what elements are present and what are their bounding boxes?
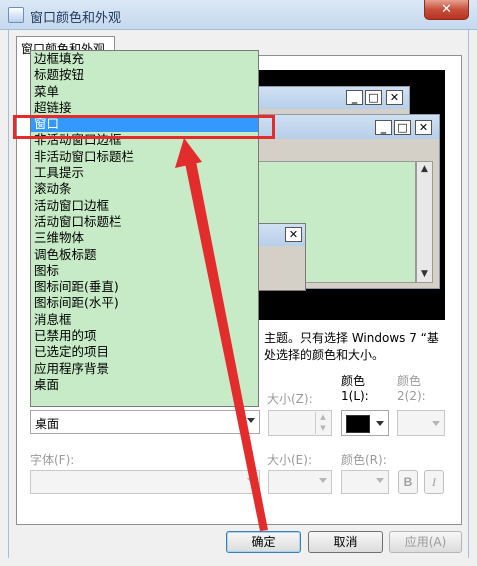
- description-line-2: 处选择的颜色和大小。: [264, 348, 385, 362]
- preview-inactive-caption: [241, 87, 409, 109]
- dropdown-item[interactable]: 图标间距(水平): [31, 295, 258, 311]
- apply-button[interactable]: 应用(A): [389, 531, 462, 553]
- chevron-down-icon: [247, 418, 255, 423]
- preview-minimize-icon: _: [375, 120, 392, 135]
- item-size-spinner[interactable]: ▲ ▼: [268, 410, 332, 436]
- font-color-label: 颜色(R):: [341, 453, 387, 467]
- dropdown-item[interactable]: 桌面: [31, 377, 258, 393]
- preview-maximize-icon: □: [365, 90, 382, 105]
- font-select[interactable]: [30, 470, 260, 494]
- preview-message-close-icon: ✕: [285, 227, 302, 242]
- preview-scroll-up-icon: ▲: [421, 164, 428, 174]
- font-color-picker[interactable]: [341, 470, 389, 494]
- italic-button[interactable]: I: [424, 470, 444, 494]
- dropdown-item[interactable]: 活动窗口边框: [31, 198, 258, 214]
- item-select-value: 桌面: [35, 417, 60, 431]
- dropdown-item[interactable]: 图标: [31, 263, 258, 279]
- window-icon: [8, 7, 24, 23]
- color1-swatch: [346, 415, 370, 433]
- dropdown-item[interactable]: 应用程序背景: [31, 361, 258, 377]
- dropdown-item[interactable]: 菜单: [31, 84, 258, 100]
- chevron-down-icon: [432, 421, 440, 426]
- font-size-label: 大小(E):: [267, 453, 312, 467]
- chevron-down-icon: [319, 478, 327, 483]
- preview-scrollbar: [416, 161, 433, 283]
- dropdown-item[interactable]: 非活动窗口标题栏: [31, 149, 258, 165]
- dropdown-item[interactable]: 已禁用的项: [31, 328, 258, 344]
- dropdown-item[interactable]: 活动窗口标题栏: [31, 214, 258, 230]
- close-button[interactable]: ✕: [424, 0, 469, 20]
- dropdown-item[interactable]: 三维物体: [31, 230, 258, 246]
- color1-picker[interactable]: [341, 410, 389, 436]
- dropdown-item[interactable]: 超链接: [31, 100, 258, 116]
- window-title: 窗口颜色和外观: [30, 11, 122, 26]
- dropdown-item[interactable]: 标题按钮: [31, 67, 258, 83]
- item-dropdown-list[interactable]: 边框填充 标题按钮 菜单 超链接 窗口 非活动窗口边框 非活动窗口标题栏 工具提…: [30, 50, 259, 407]
- color1-label-line2: 1(L):: [341, 389, 369, 403]
- preview-scroll-down-icon: ▼: [421, 269, 428, 279]
- dropdown-item[interactable]: 边框填充: [31, 51, 258, 67]
- color2-label-line2: 2(2):: [397, 389, 426, 403]
- dropdown-item[interactable]: 调色板标题: [31, 247, 258, 263]
- preview-close-icon: ✕: [386, 90, 403, 105]
- chevron-down-icon: [247, 478, 255, 483]
- color2-picker[interactable]: [397, 410, 445, 436]
- cancel-button[interactable]: 取消: [308, 531, 383, 553]
- preview-minimize-icon: _: [346, 90, 363, 105]
- item-select[interactable]: 桌面: [30, 410, 260, 434]
- font-size-select[interactable]: [268, 470, 332, 494]
- font-label: 字体(F):: [30, 453, 75, 467]
- bold-button[interactable]: B: [398, 470, 418, 494]
- spin-down-icon[interactable]: ▼: [315, 423, 330, 434]
- spin-up-icon[interactable]: ▲: [315, 412, 330, 423]
- dropdown-item[interactable]: 图标间距(垂直): [31, 279, 258, 295]
- chevron-down-icon: [376, 478, 384, 483]
- description-line-1: 主题。只有选择 Windows 7 “基: [264, 331, 439, 345]
- dropdown-item[interactable]: 工具提示: [31, 165, 258, 181]
- preview-maximize-icon: □: [394, 120, 411, 135]
- color2-label-line1: 颜色: [397, 374, 422, 388]
- color1-label-line1: 颜色: [341, 374, 366, 388]
- item-size-label: 大小(Z):: [267, 392, 313, 406]
- dropdown-item[interactable]: 已选定的项目: [31, 344, 258, 360]
- chevron-down-icon: [376, 421, 384, 426]
- preview-close-icon: ✕: [415, 120, 432, 135]
- ok-button[interactable]: 确定: [226, 531, 301, 553]
- annotation-highlight-box: [13, 115, 275, 139]
- dropdown-item[interactable]: 消息框: [31, 312, 258, 328]
- dropdown-item[interactable]: 滚动条: [31, 181, 258, 197]
